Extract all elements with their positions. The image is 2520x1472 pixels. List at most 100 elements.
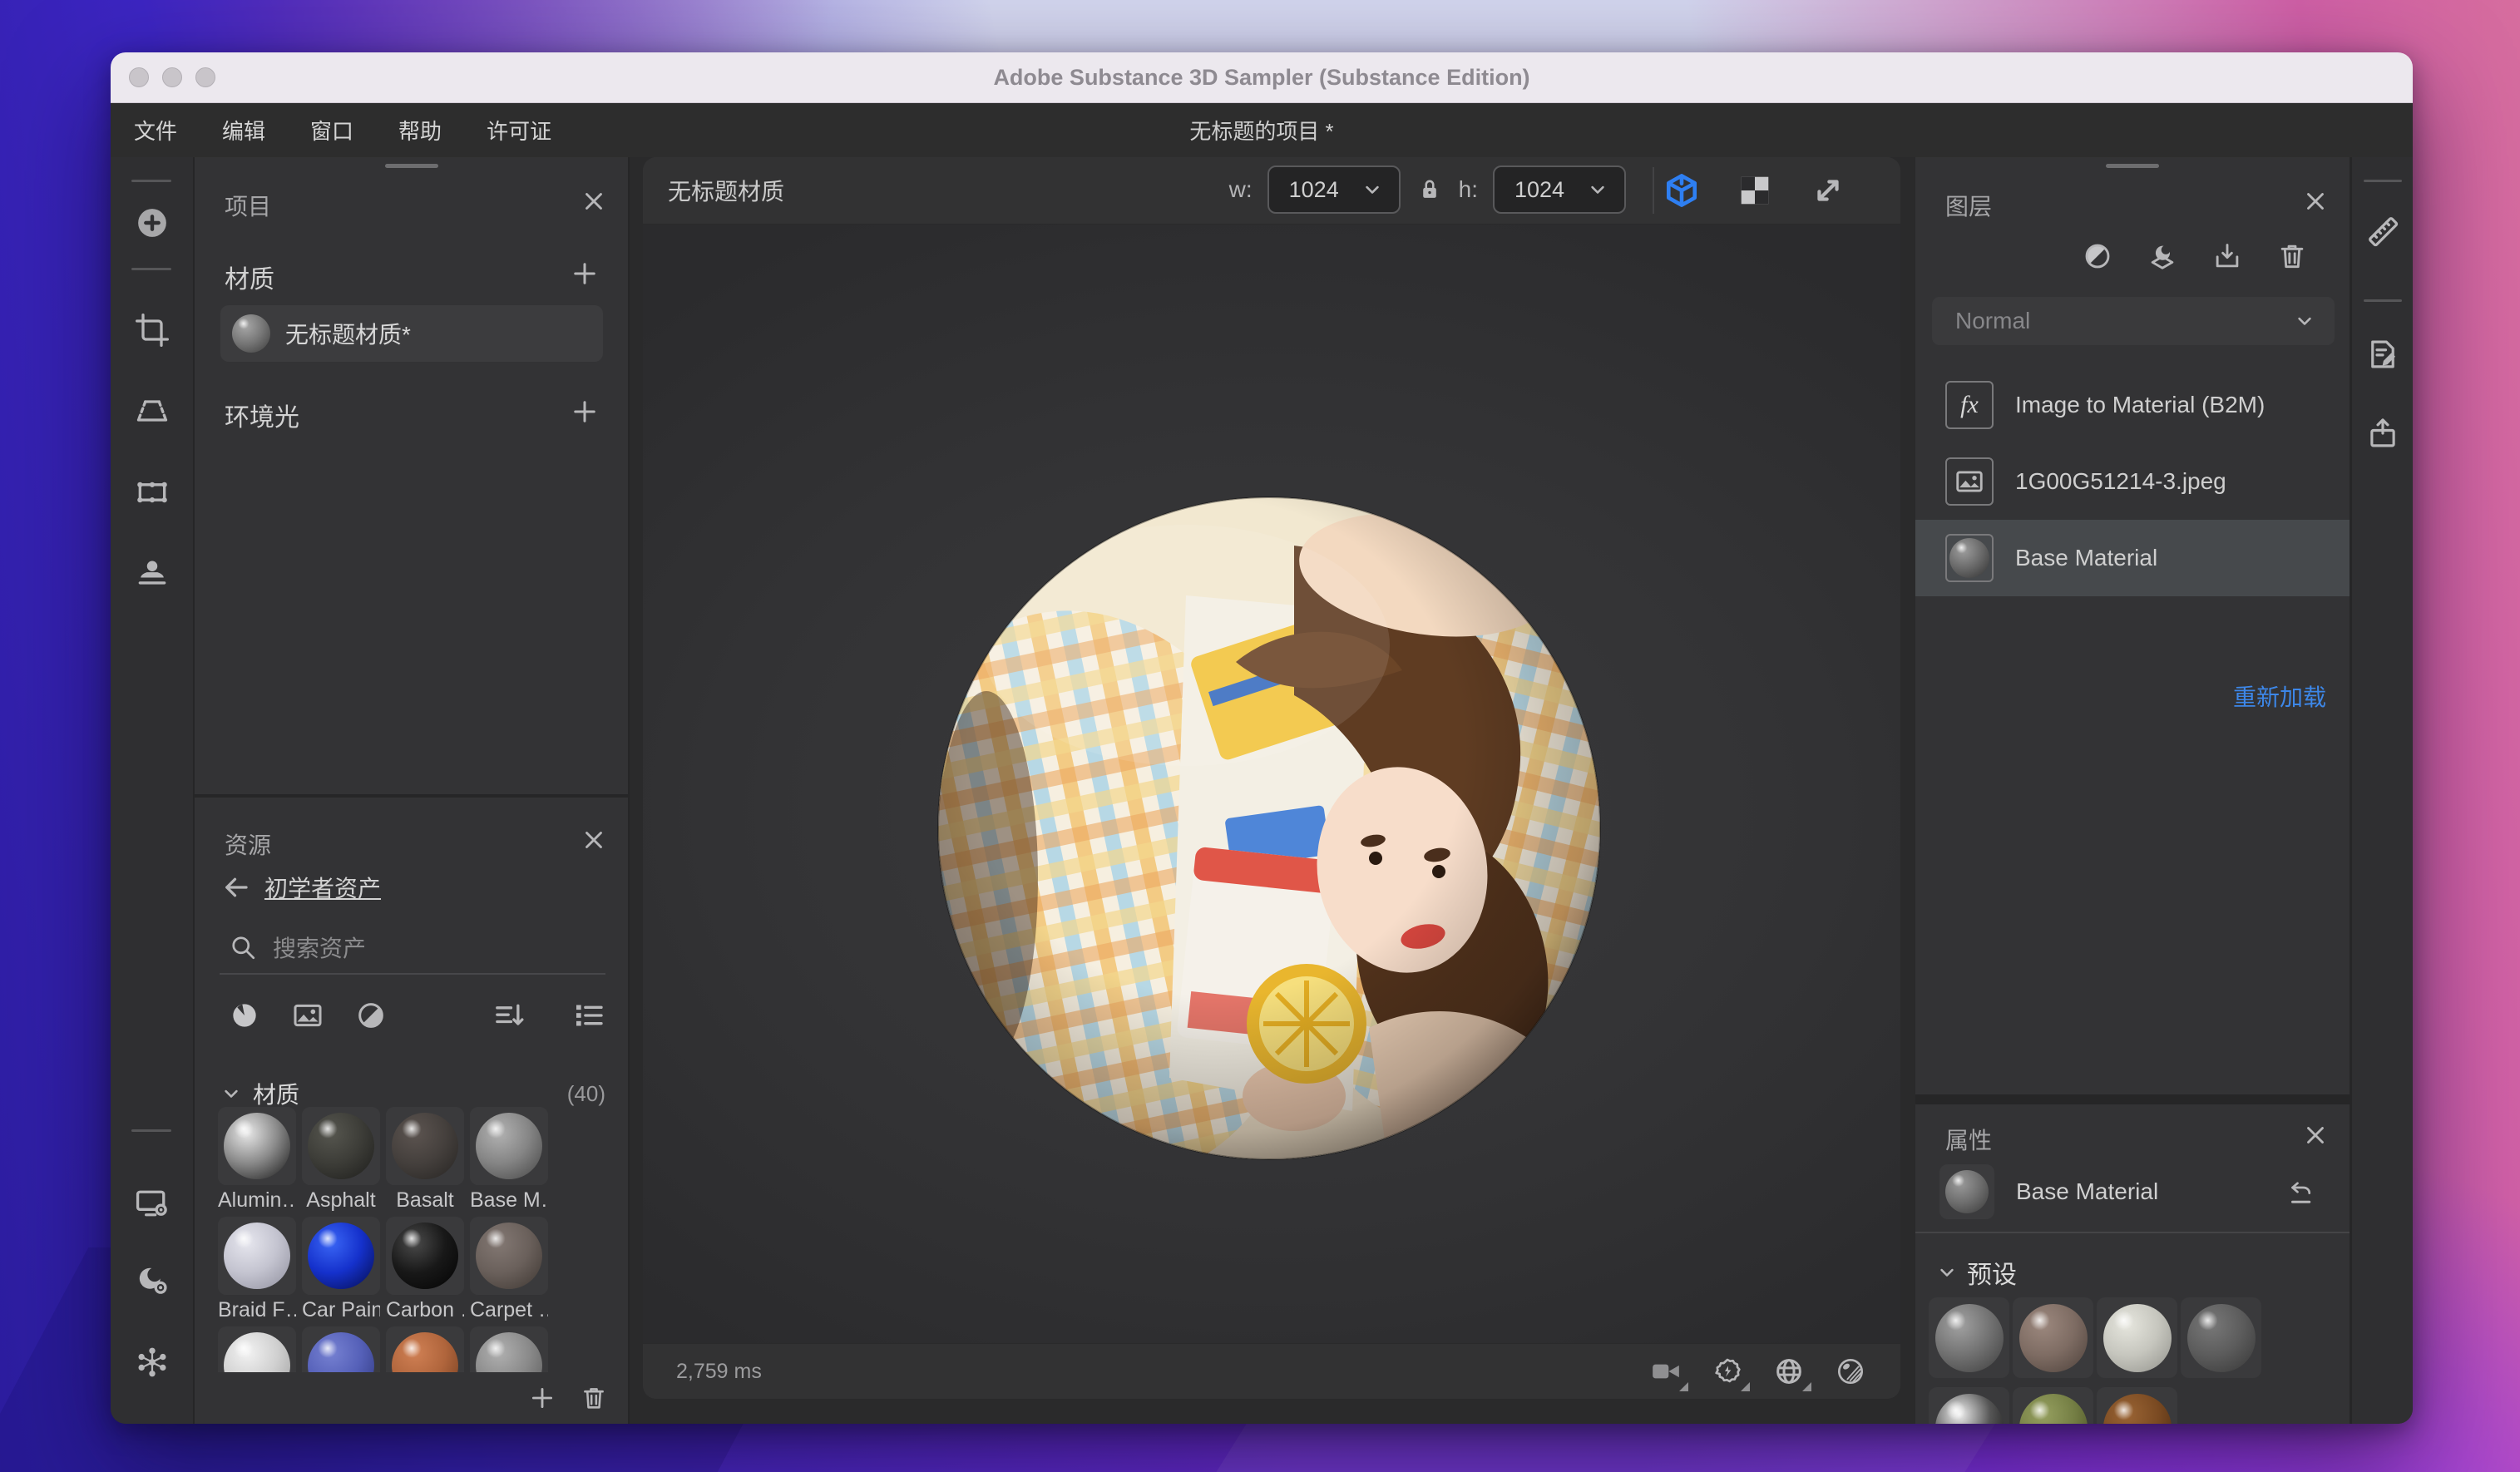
- close-icon[interactable]: [580, 826, 608, 854]
- list-view-icon: [572, 999, 605, 1032]
- panel-drag-handle[interactable]: [385, 164, 438, 168]
- chevron-down-icon: [1361, 178, 1384, 201]
- tiling-tool-button[interactable]: [129, 469, 175, 516]
- layer-row[interactable]: 1G00G51214-3.jpeg: [1915, 443, 2350, 520]
- ruler-button[interactable]: [2359, 208, 2406, 254]
- asset-item[interactable]: Basalt: [386, 1107, 464, 1217]
- asset-item[interactable]: [386, 1326, 464, 1372]
- height-value: 1024: [1514, 177, 1564, 203]
- stamp-tool-button[interactable]: [129, 550, 175, 596]
- title-bar: Adobe Substance 3D Sampler (Substance Ed…: [111, 52, 2413, 103]
- globe-button[interactable]: [1772, 1355, 1806, 1388]
- crop-tool-button[interactable]: [129, 307, 175, 353]
- node-graph-button[interactable]: [129, 1339, 175, 1386]
- preset-item[interactable]: [1929, 1387, 2009, 1424]
- preset-item[interactable]: [2097, 1387, 2177, 1424]
- asset-item[interactable]: Braid F…: [218, 1217, 296, 1326]
- blend-mode-select[interactable]: Normal: [1932, 297, 2335, 345]
- lock-icon[interactable]: [1416, 175, 1444, 204]
- asset-item[interactable]: Carbon …: [386, 1217, 464, 1326]
- perspective-tool-button[interactable]: [129, 388, 175, 434]
- sort-button[interactable]: [492, 999, 526, 1032]
- layer-name: 1G00G51214-3.jpeg: [2015, 468, 2226, 495]
- height-select[interactable]: 1024: [1493, 165, 1626, 214]
- display-settings-button[interactable]: [129, 1180, 175, 1227]
- presets-header[interactable]: 预设: [1935, 1254, 2017, 1291]
- material-sphere-thumbnail: [1949, 538, 1989, 578]
- checker-icon: [1736, 171, 1774, 210]
- material-list-item[interactable]: 无标题材质*: [220, 305, 603, 362]
- add-icon[interactable]: [528, 1384, 556, 1412]
- asset-item[interactable]: [470, 1326, 548, 1372]
- properties-panel-title: 属性: [1945, 1123, 1992, 1156]
- cube-3d-icon: [1663, 171, 1701, 210]
- add-material-layer-button[interactable]: [2147, 240, 2178, 272]
- add-environment-button[interactable]: [570, 397, 600, 427]
- cube-3d-button[interactable]: [1663, 171, 1701, 210]
- materials-section-header: 材质: [225, 259, 274, 295]
- material-preview-sphere[interactable]: [936, 496, 1602, 1161]
- 3d-viewport[interactable]: [643, 225, 1900, 1343]
- edit-notes-button[interactable]: [2359, 331, 2406, 378]
- environment-button[interactable]: [1711, 1355, 1744, 1388]
- assets-back-row[interactable]: 初学者资产: [221, 871, 381, 904]
- material-sphere-thumbnail: [232, 314, 270, 353]
- close-icon[interactable]: [2301, 1121, 2330, 1149]
- material-sphere-thumbnail: [2019, 1394, 2088, 1425]
- asset-item[interactable]: Base M…: [470, 1107, 548, 1217]
- asset-item[interactable]: [218, 1326, 296, 1372]
- layer-thumbnail: [1945, 534, 1994, 582]
- asset-item[interactable]: Alumin…: [218, 1107, 296, 1217]
- starter-assets-link[interactable]: 初学者资产: [264, 871, 381, 904]
- material-ball-button[interactable]: [1834, 1355, 1867, 1388]
- asset-item[interactable]: [302, 1326, 380, 1372]
- width-select[interactable]: 1024: [1267, 165, 1401, 214]
- checker-button[interactable]: [1736, 171, 1774, 210]
- share-button[interactable]: [2359, 410, 2406, 457]
- preset-item[interactable]: [2181, 1297, 2261, 1378]
- close-icon[interactable]: [2301, 187, 2330, 215]
- reload-link[interactable]: 重新加载: [2233, 679, 2326, 713]
- asset-thumbnail: [302, 1217, 380, 1295]
- asset-label: Alumin…: [218, 1188, 296, 1213]
- asset-item[interactable]: Carpet …: [470, 1217, 548, 1326]
- asset-thumbnail: [302, 1326, 380, 1372]
- width-value: 1024: [1289, 177, 1339, 203]
- asset-thumbnail: [218, 1107, 296, 1185]
- asset-label: Basalt: [386, 1188, 464, 1213]
- stamp-tool-icon: [134, 555, 170, 591]
- viewport-tab-title: 无标题材质: [668, 157, 784, 224]
- asset-item[interactable]: Car Paint: [302, 1217, 380, 1326]
- preset-item[interactable]: [2013, 1297, 2093, 1378]
- asset-section-row[interactable]: 材质 (40): [220, 1077, 605, 1110]
- expand-button[interactable]: [1809, 171, 1847, 210]
- camera-button[interactable]: [1649, 1355, 1682, 1388]
- preset-item[interactable]: [2013, 1387, 2093, 1424]
- preset-grid: [1929, 1297, 2341, 1424]
- viewport-toolbar: 无标题材质 w: 1024 h: 1024: [643, 157, 1900, 225]
- materials-filter-button[interactable]: [228, 999, 261, 1032]
- panel-drag-handle[interactable]: [2106, 164, 2159, 168]
- delete-button[interactable]: [2276, 240, 2308, 272]
- asset-search-field[interactable]: 搜索资产: [228, 931, 366, 964]
- asset-item[interactable]: Asphalt: [302, 1107, 380, 1217]
- preset-item[interactable]: [1929, 1297, 2009, 1378]
- add-asset-button[interactable]: [129, 200, 175, 246]
- material-sphere-thumbnail: [308, 1223, 374, 1289]
- images-filter-button[interactable]: [291, 999, 324, 1032]
- add-material-button[interactable]: [570, 259, 600, 289]
- opacity-button[interactable]: [2082, 240, 2113, 272]
- trash-icon[interactable]: [580, 1384, 608, 1412]
- material-sphere-thumbnail: [224, 1332, 290, 1372]
- globe-icon: [1772, 1355, 1806, 1388]
- render-settings-button[interactable]: [129, 1257, 175, 1304]
- chevron-down-icon: [220, 1082, 243, 1105]
- preset-item[interactable]: [2097, 1297, 2177, 1378]
- list-view-button[interactable]: [572, 999, 605, 1032]
- contrast-filter-button[interactable]: [354, 999, 388, 1032]
- import-button[interactable]: [2211, 240, 2243, 272]
- layer-row[interactable]: Base Material: [1915, 520, 2350, 596]
- close-icon[interactable]: [580, 187, 608, 215]
- reset-icon[interactable]: [2286, 1178, 2316, 1208]
- layer-row[interactable]: fxImage to Material (B2M): [1915, 367, 2350, 443]
